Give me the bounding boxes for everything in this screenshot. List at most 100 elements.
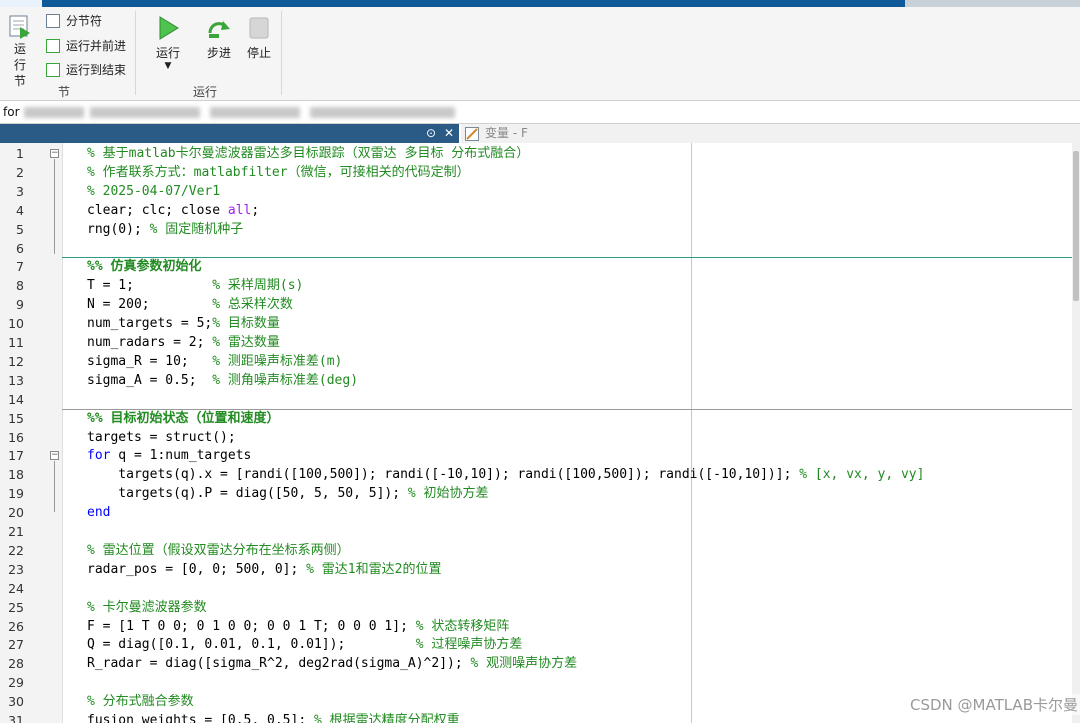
code-token: % 卡尔曼滤波器参数 bbox=[87, 599, 207, 615]
step-button[interactable]: 步进 bbox=[201, 15, 237, 61]
active-ribbon-tab[interactable] bbox=[0, 0, 42, 7]
code-line[interactable]: 15 %% 目标初始状态（位置和速度） bbox=[0, 410, 1072, 429]
code-token: num_targets = 5; bbox=[87, 316, 213, 332]
code-line[interactable]: 6 bbox=[0, 240, 1072, 259]
code-token: all bbox=[227, 202, 252, 218]
code-token: for bbox=[87, 448, 111, 464]
code-line[interactable]: 24 bbox=[0, 580, 1072, 599]
line-number: 4 bbox=[16, 202, 24, 218]
code-token: R_radar = diag([sigma_R^2, deg2rad(sigma… bbox=[87, 656, 471, 672]
code-line[interactable]: 12 sigma_R = 10; % 测距噪声标准差(m) bbox=[0, 353, 1072, 372]
section-group-label: 节 bbox=[58, 85, 71, 99]
code-token: % 初始协方差 bbox=[407, 486, 489, 502]
code-line[interactable]: 16 targets = struct(); bbox=[0, 429, 1072, 448]
code-line[interactable]: 18 targets(q).x = [randi([100,500]); ran… bbox=[0, 466, 1072, 485]
line-number: 12 bbox=[8, 353, 24, 369]
line-number: 25 bbox=[8, 599, 24, 615]
code-text: % 雷达位置（假设双雷达分布在坐标系两侧） bbox=[87, 542, 350, 561]
line-number: 18 bbox=[8, 467, 24, 483]
code-line[interactable]: 17 − for q = 1:num_targets bbox=[0, 447, 1072, 466]
code-text: % 分布式融合参数 bbox=[87, 693, 194, 712]
line-number: 23 bbox=[8, 561, 24, 577]
run-section-label: 运行节 bbox=[13, 42, 26, 88]
line-number: 16 bbox=[8, 429, 24, 445]
stop-button[interactable]: 停止 bbox=[243, 15, 275, 61]
run-section-button[interactable]: 运行节 bbox=[4, 15, 36, 89]
current-folder-bar[interactable]: for bbox=[0, 101, 1080, 124]
code-line[interactable]: 1 − % 基于matlab卡尔曼滤波器雷达多目标跟踪（双雷达 多目标 分布式融合） bbox=[0, 145, 1072, 164]
variable-icon bbox=[465, 127, 479, 141]
code-line[interactable]: 20 end bbox=[0, 504, 1072, 523]
code-text: sigma_R = 10; % 测距噪声标准差(m) bbox=[87, 353, 342, 372]
fold-guide bbox=[54, 461, 55, 513]
code-token: % 2025-04-07/Ver1 bbox=[87, 183, 221, 199]
code-text: targets(q).x = [randi([100,500]); randi(… bbox=[87, 466, 924, 485]
code-line[interactable]: 29 bbox=[0, 674, 1072, 693]
play-icon bbox=[159, 16, 179, 40]
line-number: 26 bbox=[8, 618, 24, 634]
scrollbar-thumb[interactable] bbox=[1073, 151, 1079, 301]
code-text: targets = struct(); bbox=[87, 429, 236, 448]
code-line[interactable]: 7 %% 仿真参数初始化 bbox=[0, 258, 1072, 277]
close-icon[interactable]: ✕ bbox=[441, 125, 457, 141]
tab-variables[interactable]: 变量 - F bbox=[461, 124, 1080, 144]
window-controls[interactable] bbox=[905, 0, 1080, 7]
code-line[interactable]: 11 num_radars = 2; % 雷达数量 bbox=[0, 334, 1072, 353]
code-token: % 作者联系方式：matlabfilter（微信，可接相关的代码定制） bbox=[87, 164, 470, 180]
fold-toggle-icon[interactable]: − bbox=[50, 451, 59, 461]
run-and-advance-button[interactable]: 运行并前进 bbox=[46, 36, 126, 56]
run-button[interactable]: 运行 ▼ bbox=[150, 15, 186, 71]
code-token: % 总采样次数 bbox=[212, 297, 293, 313]
line-number: 24 bbox=[8, 580, 24, 596]
code-line[interactable]: 3 % 2025-04-07/Ver1 bbox=[0, 183, 1072, 202]
code-line[interactable]: 27 Q = diag([0.1, 0.01, 0.1, 0.01]); % 过程… bbox=[0, 636, 1072, 655]
line-number: 5 bbox=[16, 221, 24, 237]
obscured-path bbox=[90, 107, 200, 118]
code-token: % 采样周期(s) bbox=[212, 278, 304, 294]
code-token: %% 目标初始状态（位置和速度） bbox=[87, 410, 280, 426]
code-token: clear; clc; close bbox=[87, 202, 228, 218]
code-line[interactable]: 23 radar_pos = [0, 0; 500, 0]; % 雷达1和雷达2的… bbox=[0, 561, 1072, 580]
code-token: q = 1:num_targets bbox=[110, 448, 252, 464]
code-text: % 作者联系方式：matlabfilter（微信，可接相关的代码定制） bbox=[87, 164, 470, 183]
code-text: T = 1; % 采样周期(s) bbox=[87, 277, 303, 296]
code-text: % 卡尔曼滤波器参数 bbox=[87, 599, 207, 618]
run-to-end-button[interactable]: 运行到结束 bbox=[46, 60, 126, 80]
code-line[interactable]: 2 % 作者联系方式：matlabfilter（微信，可接相关的代码定制） bbox=[0, 164, 1072, 183]
code-text: num_targets = 5;% 目标数量 bbox=[87, 315, 280, 334]
code-text: rng(0); % 固定随机种子 bbox=[87, 221, 243, 240]
code-line[interactable]: 19 targets(q).P = diag([50, 5, 50, 5]); … bbox=[0, 485, 1072, 504]
code-line[interactable]: 26 F = [1 T 0 0; 0 1 0 0; 0 0 1 T; 0 0 0 … bbox=[0, 618, 1072, 637]
section-break-button[interactable]: 分节符 bbox=[46, 11, 102, 31]
code-line[interactable]: 10 num_targets = 5;% 目标数量 bbox=[0, 315, 1072, 334]
code-line[interactable]: 22 % 雷达位置（假设双雷达分布在坐标系两侧） bbox=[0, 542, 1072, 561]
vertical-scrollbar[interactable] bbox=[1072, 143, 1080, 723]
code-token: % 基于matlab卡尔曼滤波器雷达多目标跟踪（双雷达 多目标 分布式融合） bbox=[87, 146, 530, 161]
code-line[interactable]: 5 rng(0); % 固定随机种子 bbox=[0, 221, 1072, 240]
code-line[interactable]: 25 % 卡尔曼滤波器参数 bbox=[0, 599, 1072, 618]
code-text: N = 200; % 总采样次数 bbox=[87, 296, 293, 315]
code-line[interactable]: 9 N = 200; % 总采样次数 bbox=[0, 296, 1072, 315]
code-line[interactable]: 4 clear; clc; close all; bbox=[0, 202, 1072, 221]
editor-tab-bar: ⊙ ✕ 变量 - F bbox=[0, 124, 1080, 144]
line-number: 11 bbox=[8, 335, 24, 350]
code-token: targets(q).x = [randi([100,500]); randi(… bbox=[87, 467, 800, 483]
line-number: 20 bbox=[8, 505, 24, 521]
chevron-down-icon[interactable]: ▼ bbox=[150, 61, 186, 71]
code-token: sigma_R = 10; bbox=[87, 353, 213, 369]
code-token: % 测距噪声标准差(m) bbox=[212, 353, 343, 369]
code-token: targets(q).P = diag([50, 5, 50, 5]); bbox=[87, 486, 408, 502]
tab-menu-icon[interactable]: ⊙ bbox=[423, 125, 439, 141]
fold-toggle-icon[interactable]: − bbox=[50, 149, 59, 158]
code-line[interactable]: 28 R_radar = diag([sigma_R^2, deg2rad(sig… bbox=[0, 655, 1072, 674]
run-advance-icon bbox=[46, 38, 60, 53]
code-line[interactable]: 8 T = 1; % 采样周期(s) bbox=[0, 277, 1072, 296]
code-line[interactable]: 13 sigma_A = 0.5; % 测角噪声标准差(deg) bbox=[0, 372, 1072, 391]
code-line[interactable]: 14 bbox=[0, 391, 1072, 410]
run-section-icon bbox=[9, 15, 30, 39]
code-token: % 雷达数量 bbox=[212, 335, 280, 350]
code-token: rng(0); bbox=[87, 221, 150, 237]
code-editor[interactable]: 1 − % 基于matlab卡尔曼滤波器雷达多目标跟踪（双雷达 多目标 分布式融合）… bbox=[0, 143, 1080, 723]
code-token: % 观测噪声协方差 bbox=[470, 656, 578, 672]
code-line[interactable]: 21 bbox=[0, 523, 1072, 542]
